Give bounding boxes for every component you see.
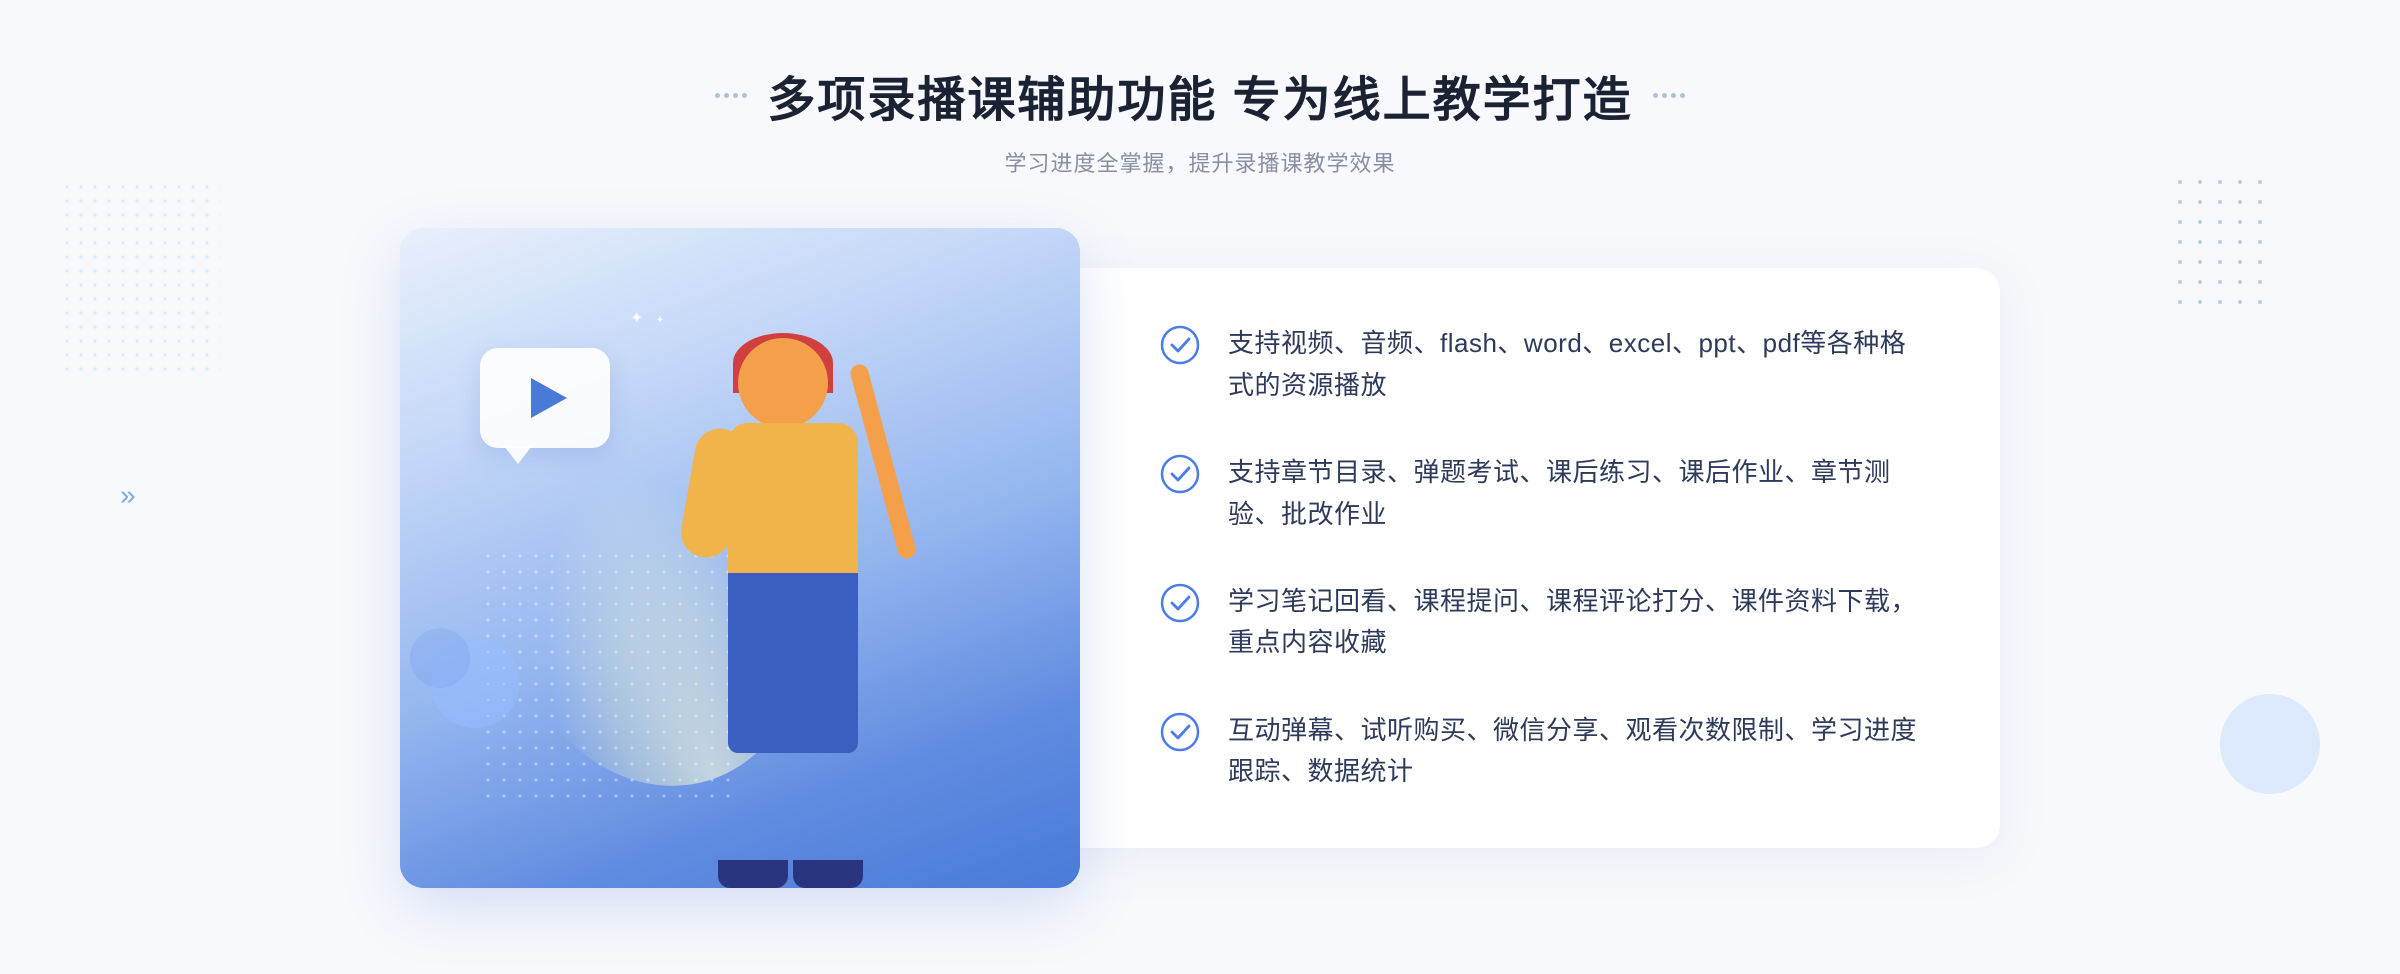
feature-item-2: 支持章节目录、弹题考试、课后练习、课后作业、章节测验、批改作业 — [1160, 452, 1920, 535]
check-icon-1 — [1160, 325, 1200, 365]
feature-item-3: 学习笔记回看、课程提问、课程评论打分、课件资料下载，重点内容收藏 — [1160, 581, 1920, 664]
check-icon-2 — [1160, 454, 1200, 494]
illustration-inner: ✦ ✦ — [400, 228, 1080, 888]
person-arm-up — [849, 362, 918, 560]
feature-text-3: 学习笔记回看、课程提问、课程评论打分、课件资料下载，重点内容收藏 — [1228, 581, 1920, 664]
grid-dots — [2178, 180, 2270, 312]
header-dots-left — [715, 93, 747, 98]
person-pants — [728, 573, 858, 753]
header-dots-right — [1653, 93, 1685, 98]
person-foot-left — [718, 860, 788, 888]
page-left-chevrons-deco: » — [120, 481, 136, 509]
play-icon — [531, 378, 567, 418]
page-right-dots-deco — [2178, 180, 2270, 312]
feature-item-1: 支持视频、音频、flash、word、excel、ppt、pdf等各种格式的资源… — [1160, 323, 1920, 406]
person-head — [738, 338, 828, 428]
circle-deco-2 — [410, 628, 470, 688]
page-wrapper: 多项录播课辅助功能 专为线上教学打造 学习进度全掌握，提升录播课教学效果 » — [0, 0, 2400, 974]
feature-panel: 支持视频、音频、flash、word、excel、ppt、pdf等各种格式的资源… — [1050, 268, 2000, 848]
check-icon-4 — [1160, 712, 1200, 752]
person-body — [728, 423, 858, 583]
header-section: 多项录播课辅助功能 专为线上教学打造 学习进度全掌握，提升录播课教学效果 — [715, 60, 1684, 178]
semicircle-deco — [2220, 694, 2320, 794]
feature-text-4: 互动弹幕、试听购买、微信分享、观看次数限制、学习进度跟踪、数据统计 — [1228, 710, 1920, 793]
star-small-icon: ✦ — [656, 315, 664, 326]
chevron-icon: » — [120, 481, 136, 509]
feature-item-4: 互动弹幕、试听购买、微信分享、观看次数限制、学习进度跟踪、数据统计 — [1160, 710, 1920, 793]
stars-decoration: ✦ ✦ — [630, 308, 664, 328]
header-decoration: 多项录播课辅助功能 专为线上教学打造 — [715, 60, 1684, 130]
sub-title: 学习进度全掌握，提升录播课教学效果 — [715, 146, 1684, 178]
content-area: ✦ ✦ — [400, 228, 2000, 888]
feature-text-1: 支持视频、音频、flash、word、excel、ppt、pdf等各种格式的资源… — [1228, 323, 1920, 406]
play-bubble — [480, 348, 610, 448]
check-icon-3 — [1160, 583, 1200, 623]
feature-text-2: 支持章节目录、弹题考试、课后练习、课后作业、章节测验、批改作业 — [1228, 452, 1920, 535]
person-foot-right — [793, 860, 863, 888]
star-icon: ✦ — [630, 308, 643, 328]
illustration-card: ✦ ✦ — [400, 228, 1080, 888]
person-figure — [638, 328, 978, 888]
main-title: 多项录播课辅助功能 专为线上教学打造 — [767, 60, 1632, 130]
